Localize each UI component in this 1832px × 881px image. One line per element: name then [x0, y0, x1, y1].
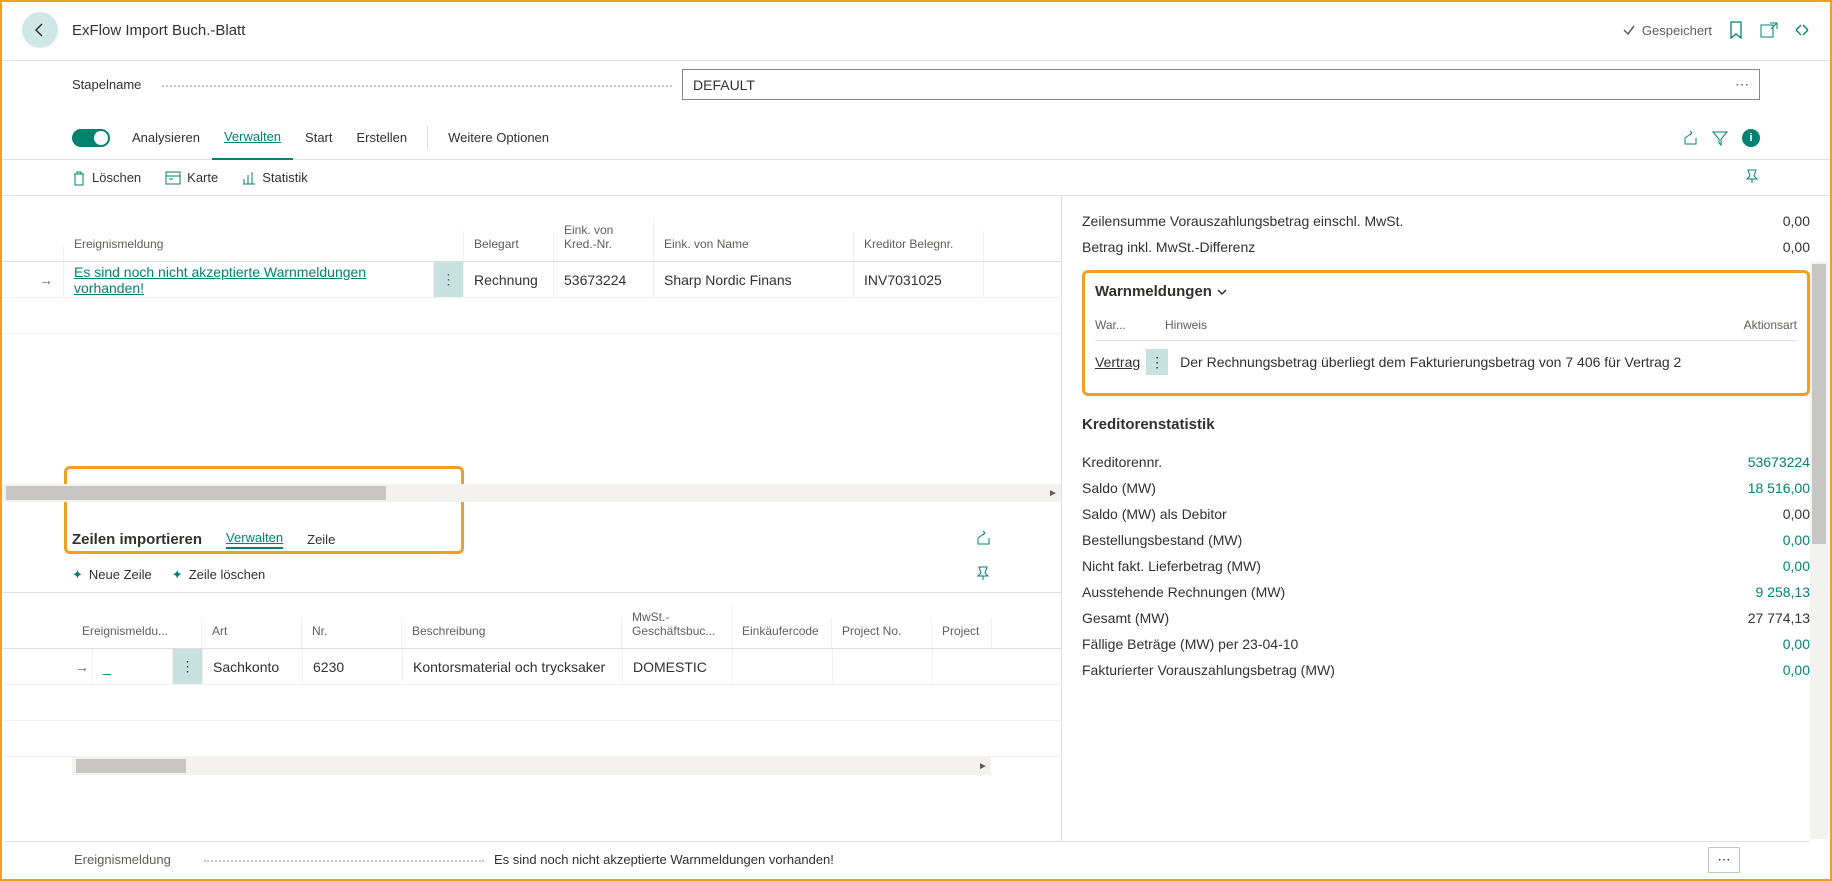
batch-label: Stapelname [72, 77, 682, 92]
lines-horizontal-scrollbar[interactable]: ◄ ► [72, 757, 991, 775]
lines-share-icon[interactable] [975, 530, 991, 549]
warning-type-link[interactable]: Vertrag [1095, 354, 1140, 370]
vendstats-title: Kreditorenstatistik [1082, 416, 1810, 433]
filter-icon[interactable] [1712, 130, 1728, 146]
vendstat-row: Saldo (MW) als Debitor0,00 [1082, 501, 1810, 527]
saved-indicator: Gespeichert [1622, 23, 1712, 38]
pin-icon[interactable] [1744, 168, 1760, 187]
vendstat-row[interactable]: Nicht fakt. Lieferbetrag (MW)0,00 [1082, 553, 1810, 579]
card-button[interactable]: Karte [165, 170, 218, 185]
warnings-section: Warnmeldungen War... Hinweis Aktionsart … [1082, 270, 1810, 396]
line-row-indicator: → [72, 649, 93, 684]
check-icon [1622, 23, 1636, 37]
line-row-menu[interactable]: ⋮ [173, 649, 203, 684]
tab-analyze[interactable]: Analysieren [120, 116, 212, 160]
col2-projno[interactable]: Project No. [832, 618, 932, 648]
popout-icon[interactable] [1760, 22, 1778, 38]
col-doctype[interactable]: Belegart [464, 231, 554, 261]
tab-manage[interactable]: Verwalten [212, 116, 293, 160]
row-indicator: → [2, 262, 64, 297]
vertical-scrollbar[interactable] [1810, 262, 1828, 839]
lookup-icon[interactable]: ⋯ [1735, 76, 1749, 93]
analyze-toggle[interactable] [72, 129, 110, 147]
chart-icon [242, 171, 256, 185]
col-vendname[interactable]: Eink. von Name [654, 231, 854, 261]
collapse-icon[interactable] [1794, 22, 1810, 38]
footer-label: Ereignismeldung [74, 852, 494, 867]
statistics-button[interactable]: Statistik [242, 170, 308, 185]
tab-start[interactable]: Start [293, 116, 344, 160]
vendstat-row[interactable]: Fakturierter Vorauszahlungsbetrag (MW)0,… [1082, 657, 1810, 683]
line-row[interactable]: → _ ⋮ Sachkonto 6230 Kontorsmaterial och… [2, 649, 1061, 685]
delete-line-button[interactable]: ✦ Zeile löschen [172, 565, 266, 584]
footer-value: Es sind noch nicht akzeptierte Warnmeldu… [494, 852, 834, 867]
col2-purchaser[interactable]: Einkäufercode [732, 618, 832, 648]
tab-create[interactable]: Erstellen [345, 116, 420, 160]
delete-line-icon: ✦ [172, 567, 183, 583]
col2-proj[interactable]: Project [932, 618, 992, 648]
new-line-icon: ✦ [72, 567, 83, 583]
horizontal-scrollbar[interactable]: ◄ ► [2, 484, 1061, 502]
vendstat-row[interactable]: Kreditorennr.53673224 [1082, 449, 1810, 475]
card-icon [165, 171, 181, 185]
vendstat-row[interactable]: Ausstehende Rechnungen (MW)9 258,13 [1082, 579, 1810, 605]
warnings-title[interactable]: Warnmeldungen [1095, 283, 1797, 300]
row-menu[interactable]: ⋮ [434, 262, 464, 297]
highlight-event-col [64, 466, 464, 554]
delete-button[interactable]: Löschen [72, 170, 141, 186]
tab-more-options[interactable]: Weitere Optionen [436, 116, 561, 160]
summary-vatdiff: Betrag inkl. MwSt.-Differenz 0,00 [1082, 234, 1810, 260]
col2-desc[interactable]: Beschreibung [402, 618, 622, 648]
col-vendref[interactable]: Kreditor Belegnr. [854, 231, 984, 261]
batch-input[interactable]: DEFAULT ⋯ [682, 69, 1760, 100]
vendstat-row: Gesamt (MW)27 774,13 [1082, 605, 1810, 631]
col2-event[interactable]: Ereignismeldu... [72, 618, 202, 648]
col-vendno[interactable]: Eink. von Kred.-Nr. [554, 217, 654, 261]
page-title: ExFlow Import Buch.-Blatt [72, 22, 1622, 39]
chevron-down-icon [1216, 286, 1228, 298]
lines-pin-icon[interactable] [975, 565, 991, 584]
share-icon[interactable] [1682, 130, 1698, 146]
trash-icon [72, 170, 86, 186]
vendstat-row[interactable]: Bestellungsbestand (MW)0,00 [1082, 527, 1810, 553]
info-icon[interactable]: i [1742, 129, 1760, 147]
new-line-button[interactable]: ✦ Neue Zeile [72, 565, 152, 584]
vendstat-row[interactable]: Saldo (MW)18 516,00 [1082, 475, 1810, 501]
vendstat-row[interactable]: Fällige Beträge (MW) per 23-04-100,00 [1082, 631, 1810, 657]
summary-prepay: Zeilensumme Vorauszahlungsbetrag einschl… [1082, 208, 1810, 234]
warning-row[interactable]: Vertrag ⋮ Der Rechnungsbetrag überliegt … [1095, 341, 1797, 383]
arrow-left-icon [32, 22, 48, 38]
col2-type[interactable]: Art [202, 618, 302, 648]
bookmark-icon[interactable] [1728, 21, 1744, 39]
col-event[interactable]: Ereignismeldung [64, 231, 464, 261]
col2-vat[interactable]: MwSt.-Geschäftsbuc... [622, 604, 732, 648]
event-link[interactable]: Es sind noch nicht akzeptierte Warnmeldu… [74, 264, 423, 296]
warning-row-menu[interactable]: ⋮ [1146, 349, 1168, 375]
back-button[interactable] [22, 12, 58, 48]
grid-row[interactable]: → Es sind noch nicht akzeptierte Warnmel… [2, 262, 1061, 298]
col2-no[interactable]: Nr. [302, 618, 402, 648]
footer-more-button[interactable]: ⋯ [1708, 847, 1740, 873]
